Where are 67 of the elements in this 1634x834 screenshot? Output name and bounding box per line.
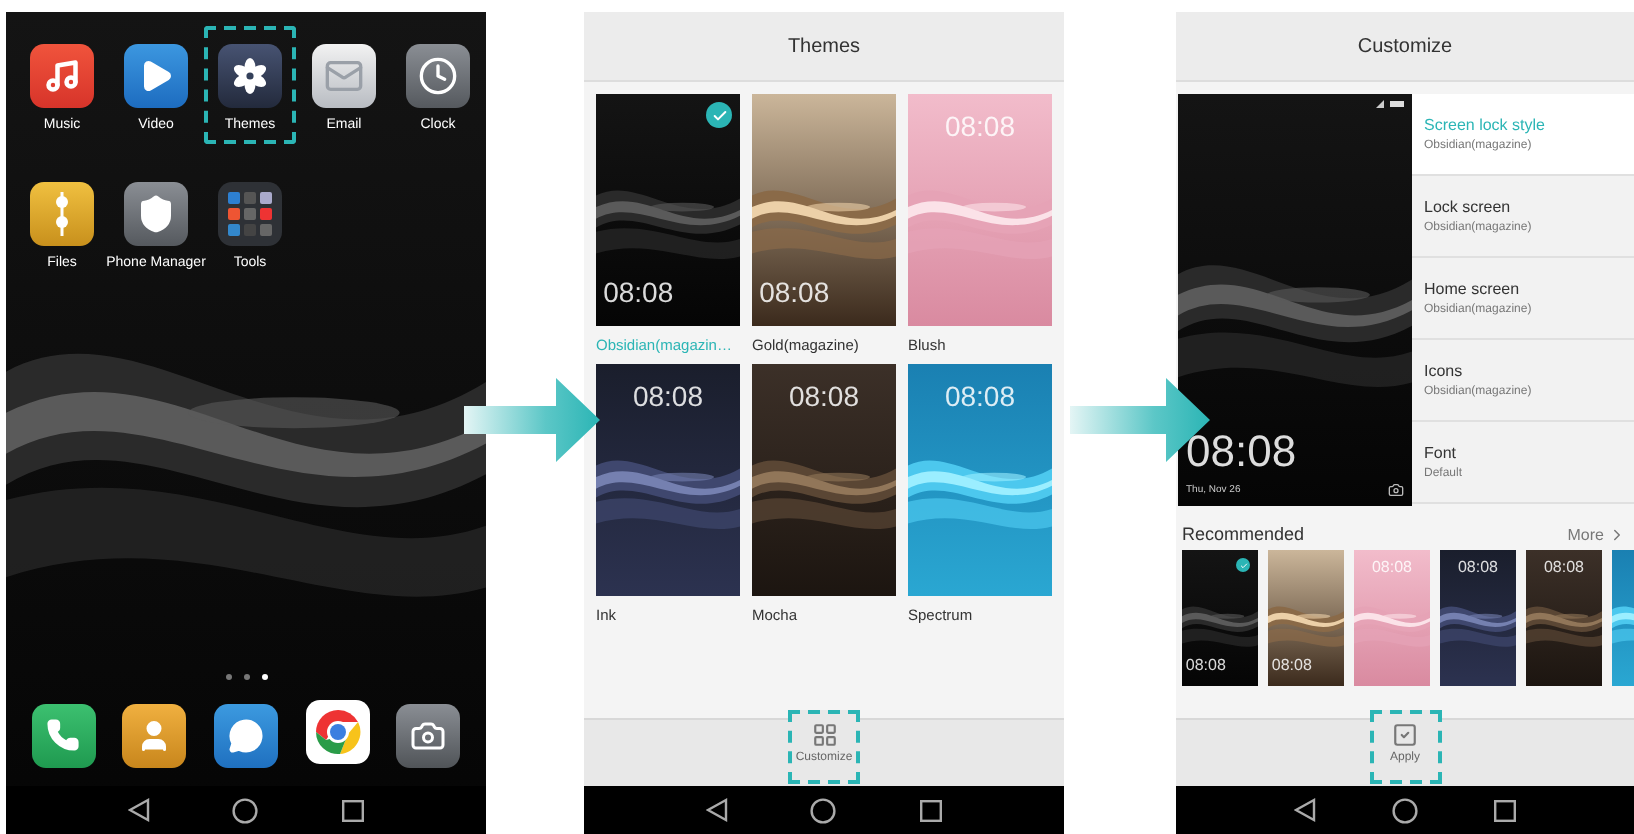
clock-text: 08:08 <box>942 382 1018 411</box>
dock-app[interactable] <box>396 700 461 770</box>
home-icon <box>1392 797 1418 823</box>
home-icon <box>232 797 259 823</box>
zipper-icon <box>52 192 72 236</box>
clock-text: 08:08 <box>1186 430 1297 474</box>
grid-icon <box>811 722 837 748</box>
shield-icon <box>136 194 176 234</box>
status-icon <box>1376 100 1404 108</box>
home-button[interactable] <box>232 797 259 823</box>
clock-text: 08:08 <box>1369 560 1415 577</box>
back-icon <box>705 798 728 822</box>
option-label: Screen lock style <box>1424 116 1545 134</box>
flower-icon <box>232 58 268 94</box>
dock-app[interactable] <box>122 700 187 770</box>
back-button[interactable] <box>705 798 728 822</box>
chat-icon <box>227 717 264 753</box>
recents-icon <box>1494 799 1516 821</box>
envelope-icon <box>324 56 364 96</box>
theme-thumbnail[interactable]: 08:08 <box>1526 550 1602 686</box>
theme-thumbnail[interactable]: 08:08 <box>1268 550 1344 686</box>
dock-app[interactable] <box>31 700 96 770</box>
screen-title: Themes <box>787 35 861 57</box>
recents-button[interactable] <box>342 799 365 821</box>
play-icon <box>138 58 174 94</box>
clock-text: 08:08 <box>1185 657 1226 674</box>
clock-text: 08:08 <box>603 277 674 306</box>
theme-thumbnail[interactable]: 08:08 <box>1440 550 1516 686</box>
recents-button[interactable] <box>920 799 943 821</box>
clock-text: 08:08 <box>786 382 862 411</box>
theme-thumbnail[interactable]: 08:08 <box>1182 550 1258 686</box>
chevron-icon <box>1608 525 1626 543</box>
clock-text: 08:08 <box>1271 657 1312 674</box>
recents-button[interactable] <box>1494 799 1516 821</box>
phone-icon <box>46 718 81 752</box>
clock-text: 08:08 <box>630 382 706 411</box>
dock-app[interactable] <box>213 700 278 770</box>
home-button[interactable] <box>1392 797 1418 823</box>
option-label: Font <box>1424 444 1457 462</box>
home-button[interactable] <box>810 797 837 823</box>
camera-icon <box>1388 482 1404 498</box>
clock-text: 08:08 <box>1541 560 1587 577</box>
section-title: Recommended <box>1182 524 1305 544</box>
browser-icon <box>305 700 370 764</box>
recents-icon <box>920 799 943 821</box>
screen-title: Customize <box>1357 35 1453 57</box>
back-button[interactable] <box>127 798 150 822</box>
clock-text: 08:08 <box>759 277 830 306</box>
recents-icon <box>342 799 365 821</box>
app-grid-icon <box>226 190 274 238</box>
camera-icon <box>410 717 447 753</box>
back-icon <box>127 798 150 822</box>
clock-text: 08:08 <box>942 112 1018 141</box>
option-label: Lock screen <box>1424 198 1511 216</box>
home-icon <box>810 797 837 823</box>
more-link[interactable]: More <box>1567 525 1626 543</box>
option-label: Icons <box>1424 362 1463 380</box>
arrow-icon <box>464 378 600 462</box>
back-button[interactable] <box>1294 798 1316 822</box>
checkbox-icon <box>1392 722 1418 748</box>
check-icon <box>711 107 727 123</box>
option-label: Home screen <box>1424 280 1520 298</box>
music-note-icon <box>44 58 80 94</box>
dock-app[interactable] <box>305 700 370 770</box>
back-icon <box>1294 798 1316 822</box>
clock-icon <box>418 56 458 96</box>
clock-text: 08:08 <box>1455 560 1501 577</box>
